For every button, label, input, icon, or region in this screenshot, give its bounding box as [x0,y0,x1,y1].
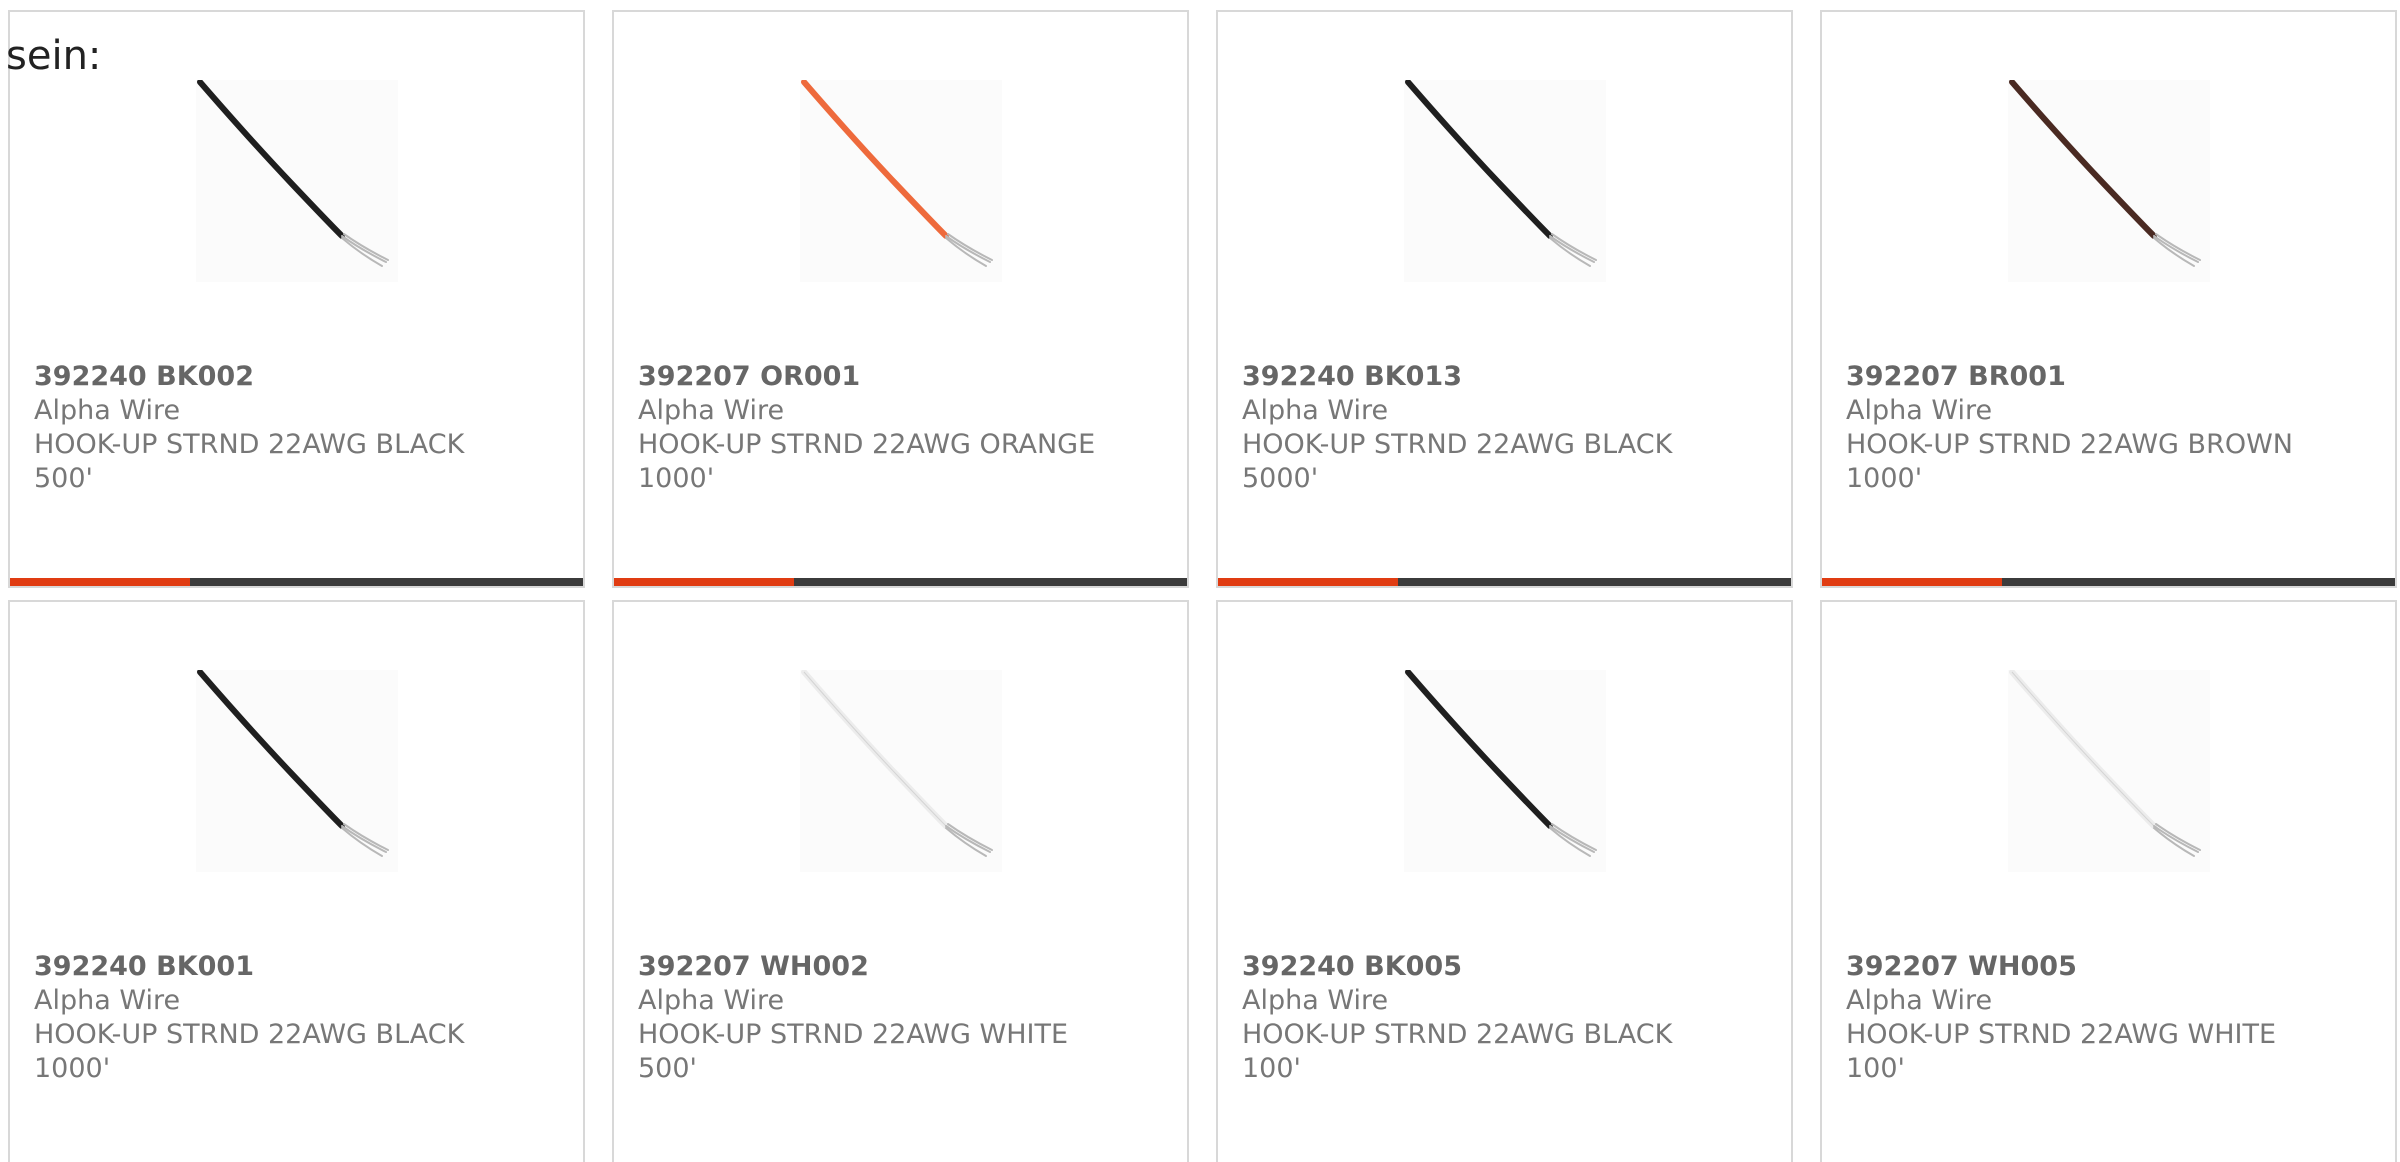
product-grid-page: sein: 392240 BK002 Alpha Wire HOOK-UP ST… [0,0,2400,1162]
wire-insulation [197,670,345,829]
wire-conductor [1549,235,1595,263]
product-description: HOOK-UP STRND 22AWG WHITE 100' [1846,1019,2277,1084]
product-card[interactable]: 392240 BK013 Alpha Wire HOOK-UP STRND 22… [1216,10,1793,588]
wire-white-icon [801,670,993,857]
product-card[interactable]: 392207 WH005 Alpha Wire HOOK-UP STRND 22… [1820,600,2397,1162]
product-manufacturer: Alpha Wire [1846,985,1993,1016]
product-description: HOOK-UP STRND 22AWG BROWN 1000' [1846,429,2293,494]
wire-conductor [945,827,987,857]
product-image[interactable] [196,670,398,872]
wire-black-icon [1405,670,1597,857]
product-image[interactable] [800,670,1002,872]
product-part-number[interactable]: 392240 BK005 [1242,950,1702,984]
progress-bar [1822,578,2395,586]
product-card[interactable]: 392240 BK002 Alpha Wire HOOK-UP STRND 22… [8,10,585,588]
product-part-number[interactable]: 392207 WH005 [1846,950,2306,984]
progress-bar [614,578,1187,586]
product-card[interactable]: 392240 BK001 Alpha Wire HOOK-UP STRND 22… [8,600,585,1162]
wire-conductor [341,235,387,263]
wire-conductor [945,237,987,267]
wire-insulation [801,80,949,239]
product-description: HOOK-UP STRND 22AWG WHITE 500' [638,1019,1069,1084]
wire-conductor [945,235,991,263]
wire-insulation [801,670,949,829]
product-image[interactable] [1404,670,1606,872]
product-part-number[interactable]: 392240 BK001 [34,950,494,984]
product-manufacturer: Alpha Wire [1242,985,1389,1016]
wire-insulation [197,80,345,239]
wire-conductor [1549,237,1591,267]
product-image[interactable] [2008,80,2210,282]
wire-conductor [341,827,383,857]
product-info: 392240 BK013 Alpha Wire HOOK-UP STRND 22… [1242,360,1702,496]
product-info: 392207 BR001 Alpha Wire HOOK-UP STRND 22… [1846,360,2306,496]
product-description: HOOK-UP STRND 22AWG BLACK 1000' [34,1019,465,1084]
product-card[interactable]: 392240 BK005 Alpha Wire HOOK-UP STRND 22… [1216,600,1793,1162]
product-manufacturer: Alpha Wire [34,395,181,426]
product-manufacturer: Alpha Wire [1242,395,1389,426]
product-description: HOOK-UP STRND 22AWG BLACK 500' [34,429,465,494]
wire-black-icon [197,80,389,267]
product-part-number[interactable]: 392207 OR001 [638,360,1098,394]
wire-black-icon [197,670,389,857]
wire-conductor [945,825,991,853]
wire-insulation [2009,670,2157,829]
product-part-number[interactable]: 392240 BK013 [1242,360,1702,394]
wire-black-icon [1405,80,1597,267]
wire-conductor [1549,825,1595,853]
product-part-number[interactable]: 392207 WH002 [638,950,1098,984]
wire-insulation [2009,80,2157,239]
product-part-number[interactable]: 392240 BK002 [34,360,494,394]
wire-brown-icon [2009,80,2201,267]
product-info: 392207 WH002 Alpha Wire HOOK-UP STRND 22… [638,950,1098,1086]
product-manufacturer: Alpha Wire [1846,395,1993,426]
product-image[interactable] [2008,670,2210,872]
wire-conductor [2153,827,2195,857]
wire-insulation [1405,670,1553,829]
intro-text: sein: [6,33,102,79]
product-info: 392240 BK002 Alpha Wire HOOK-UP STRND 22… [34,360,494,496]
wire-conductor [2153,235,2199,263]
product-description: HOOK-UP STRND 22AWG ORANGE 1000' [638,429,1096,494]
wire-conductor [341,237,383,267]
product-card[interactable]: 392207 WH002 Alpha Wire HOOK-UP STRND 22… [612,600,1189,1162]
product-info: 392207 OR001 Alpha Wire HOOK-UP STRND 22… [638,360,1098,496]
wire-orange-icon [801,80,993,267]
progress-bar [10,578,583,586]
progress-bar-fill [614,578,795,586]
product-manufacturer: Alpha Wire [34,985,181,1016]
product-manufacturer: Alpha Wire [638,395,785,426]
wire-white-icon [2009,670,2201,857]
product-image[interactable] [196,80,398,282]
product-description: HOOK-UP STRND 22AWG BLACK 100' [1242,1019,1673,1084]
product-info: 392240 BK001 Alpha Wire HOOK-UP STRND 22… [34,950,494,1086]
product-card[interactable]: 392207 BR001 Alpha Wire HOOK-UP STRND 22… [1820,10,2397,588]
wire-conductor [2153,825,2199,853]
wire-insulation [1405,80,1553,239]
product-part-number[interactable]: 392207 BR001 [1846,360,2306,394]
wire-conductor [1549,827,1591,857]
wire-conductor [341,825,387,853]
wire-conductor [2153,237,2195,267]
product-image[interactable] [1404,80,1606,282]
product-info: 392207 WH005 Alpha Wire HOOK-UP STRND 22… [1846,950,2306,1086]
progress-bar [1218,578,1791,586]
product-info: 392240 BK005 Alpha Wire HOOK-UP STRND 22… [1242,950,1702,1086]
product-image[interactable] [800,80,1002,282]
progress-bar-fill [1218,578,1399,586]
product-manufacturer: Alpha Wire [638,985,785,1016]
progress-bar-fill [10,578,191,586]
progress-bar-fill [1822,578,2003,586]
product-description: HOOK-UP STRND 22AWG BLACK 5000' [1242,429,1673,494]
product-card[interactable]: 392207 OR001 Alpha Wire HOOK-UP STRND 22… [612,10,1189,588]
